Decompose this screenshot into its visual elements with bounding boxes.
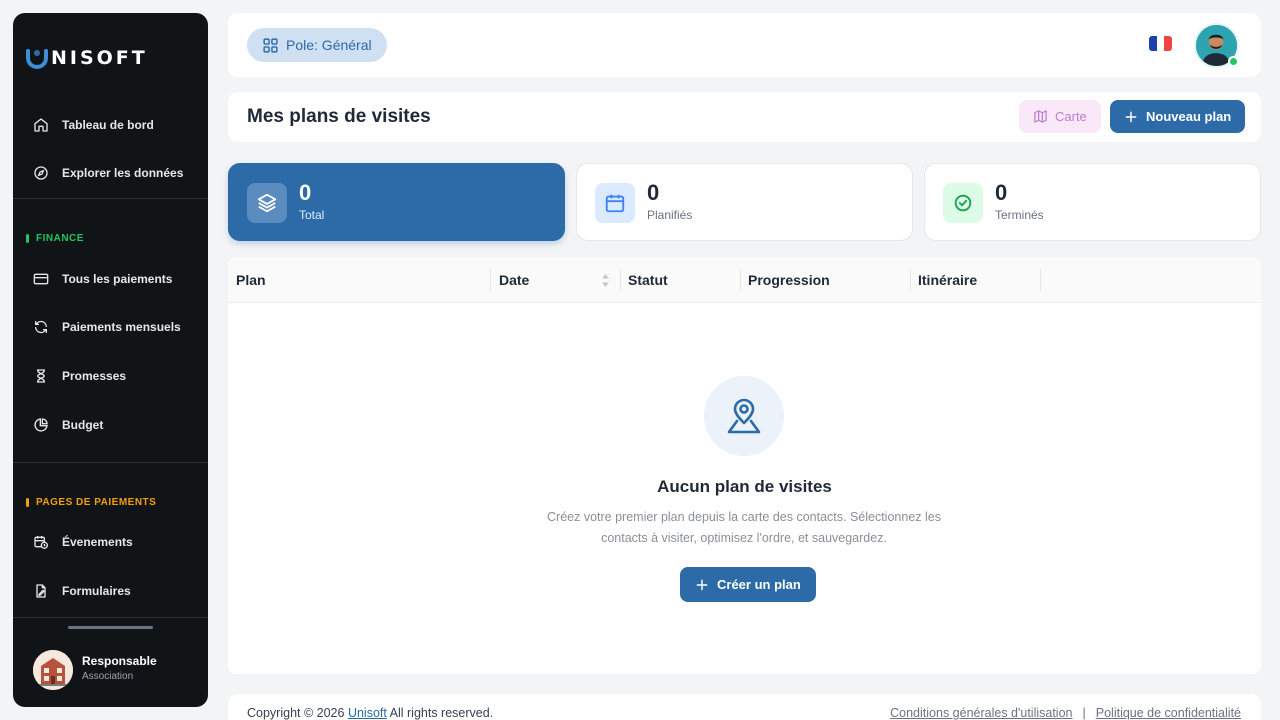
profile-card[interactable]: Responsable Association [13, 617, 208, 707]
stat-icon-box [247, 183, 287, 223]
plus-icon [696, 579, 708, 590]
calendar-clock-icon [34, 536, 48, 549]
column-header-progress[interactable]: Progression [748, 257, 830, 303]
column-header-status[interactable]: Statut [628, 257, 668, 303]
brand-logo[interactable]: NISOFT [25, 46, 148, 70]
association-avatar [33, 650, 73, 690]
building-icon [33, 650, 73, 690]
calendar-icon [605, 194, 625, 213]
copyright: Copyright © 2026 Unisoft All rights rese… [247, 706, 493, 720]
file-signature-icon [36, 584, 46, 598]
sidebar-divider [13, 198, 208, 199]
create-plan-button[interactable]: Créer un plan [680, 567, 816, 602]
copyright-prefix: Copyright © 2026 [247, 706, 345, 720]
page-header: Mes plans de visites Carte Nouveau plan [228, 92, 1261, 142]
language-flag-icon[interactable] [1149, 36, 1172, 51]
stat-label: Total [299, 208, 325, 222]
map-icon [1034, 110, 1047, 123]
section-finance: FINANCE [26, 233, 84, 244]
privacy-link[interactable]: Politique de confidentialité [1096, 706, 1241, 720]
hourglass-icon [37, 369, 45, 383]
new-plan-button-label: Nouveau plan [1146, 109, 1232, 124]
empty-state-illustration [704, 376, 784, 456]
plans-table: Plan Date Statut Progression Itinéraire … [228, 257, 1261, 674]
stat-value: 0 [299, 180, 312, 205]
stat-icon-box [595, 183, 635, 223]
sidebar-item-label: Explorer les données [62, 166, 184, 180]
stat-value: 0 [995, 180, 1008, 205]
column-header-plan[interactable]: Plan [236, 257, 266, 303]
sidebar-item-all-payments[interactable]: Tous les paiements [33, 268, 172, 290]
new-plan-button[interactable]: Nouveau plan [1110, 100, 1246, 133]
check-circle-icon [954, 194, 972, 212]
sidebar-item-label: Formulaires [62, 584, 131, 598]
stat-icon-box [943, 183, 983, 223]
table-header: Plan Date Statut Progression Itinéraire [228, 257, 1261, 303]
unisoft-logo-icon [26, 49, 48, 69]
sidebar-item-label: Tous les paiements [62, 272, 173, 286]
sidebar: NISOFT Tableau de bord Explorer les donn… [13, 13, 208, 707]
stat-card-total[interactable]: 0 Total [228, 163, 565, 241]
stat-card-planned[interactable]: 0 Planifiés [576, 163, 913, 241]
page-title: Mes plans de visites [247, 106, 431, 127]
sidebar-item-label: Évenements [62, 535, 133, 549]
sidebar-item-budget[interactable]: Budget [33, 414, 103, 436]
brand-name: NISOFT [51, 47, 148, 69]
sidebar-item-label: Budget [62, 418, 104, 432]
map-button[interactable]: Carte [1019, 100, 1101, 133]
column-separator [1040, 269, 1041, 291]
sidebar-item-monthly-payments[interactable]: Paiements mensuels [33, 316, 181, 338]
pie-chart-icon [34, 418, 48, 432]
sidebar-divider [13, 462, 208, 463]
credit-card-icon [33, 273, 49, 285]
copyright-suffix: All rights reserved. [389, 706, 494, 720]
column-separator [620, 269, 621, 291]
profile-role: Association [82, 671, 134, 682]
empty-state-description: Créez votre premier plan depuis la carte… [547, 510, 941, 545]
sidebar-item-forms[interactable]: Formulaires [33, 580, 131, 602]
layers-icon [257, 193, 277, 213]
sidebar-item-label: Promesses [62, 369, 127, 383]
compass-icon [34, 166, 48, 180]
column-separator [490, 269, 491, 291]
plus-icon [1125, 111, 1137, 122]
column-separator [910, 269, 911, 291]
sidebar-item-dashboard[interactable]: Tableau de bord [33, 114, 154, 136]
sidebar-item-label: Tableau de bord [62, 118, 154, 132]
sidebar-item-promises[interactable]: Promesses [33, 365, 126, 387]
pole-label: Pole: Général [286, 37, 372, 53]
section-label: FINANCE [36, 233, 84, 244]
section-marker [26, 234, 29, 243]
stat-card-completed[interactable]: 0 Terminés [924, 163, 1261, 241]
online-status-indicator [1228, 56, 1239, 67]
sort-icon[interactable] [601, 273, 610, 288]
create-plan-button-label: Créer un plan [717, 577, 801, 592]
footer-links: Conditions générales d'utilisation | Pol… [890, 706, 1241, 720]
unisoft-link[interactable]: Unisoft [348, 706, 387, 720]
footer-separator: | [1082, 706, 1086, 720]
section-label: PAGES DE PAIEMENTS [36, 497, 157, 508]
grid-icon [263, 37, 278, 53]
stat-value: 0 [647, 180, 660, 205]
profile-name: Responsable [82, 654, 157, 668]
stat-label: Planifiés [647, 208, 693, 222]
map-button-label: Carte [1055, 109, 1087, 124]
column-header-date[interactable]: Date [499, 257, 529, 303]
section-marker [26, 498, 29, 507]
pole-selector[interactable]: Pole: Général [247, 28, 387, 62]
home-icon [34, 118, 48, 132]
column-header-itinerary[interactable]: Itinéraire [918, 257, 977, 303]
refresh-icon [35, 320, 47, 334]
column-separator [740, 269, 741, 291]
terms-link[interactable]: Conditions générales d'utilisation [890, 706, 1072, 720]
sidebar-item-explore[interactable]: Explorer les données [33, 162, 183, 184]
sidebar-item-events[interactable]: Évenements [33, 531, 133, 553]
top-bar: Pole: Général [228, 13, 1261, 77]
section-payment-pages: PAGES DE PAIEMENTS [26, 497, 156, 508]
empty-state-title: Aucun plan de visites [657, 477, 832, 496]
stat-label: Terminés [995, 208, 1044, 222]
footer: Copyright © 2026 Unisoft All rights rese… [228, 694, 1261, 720]
sidebar-item-label: Paiements mensuels [62, 320, 181, 334]
map-pin-icon [727, 398, 761, 434]
